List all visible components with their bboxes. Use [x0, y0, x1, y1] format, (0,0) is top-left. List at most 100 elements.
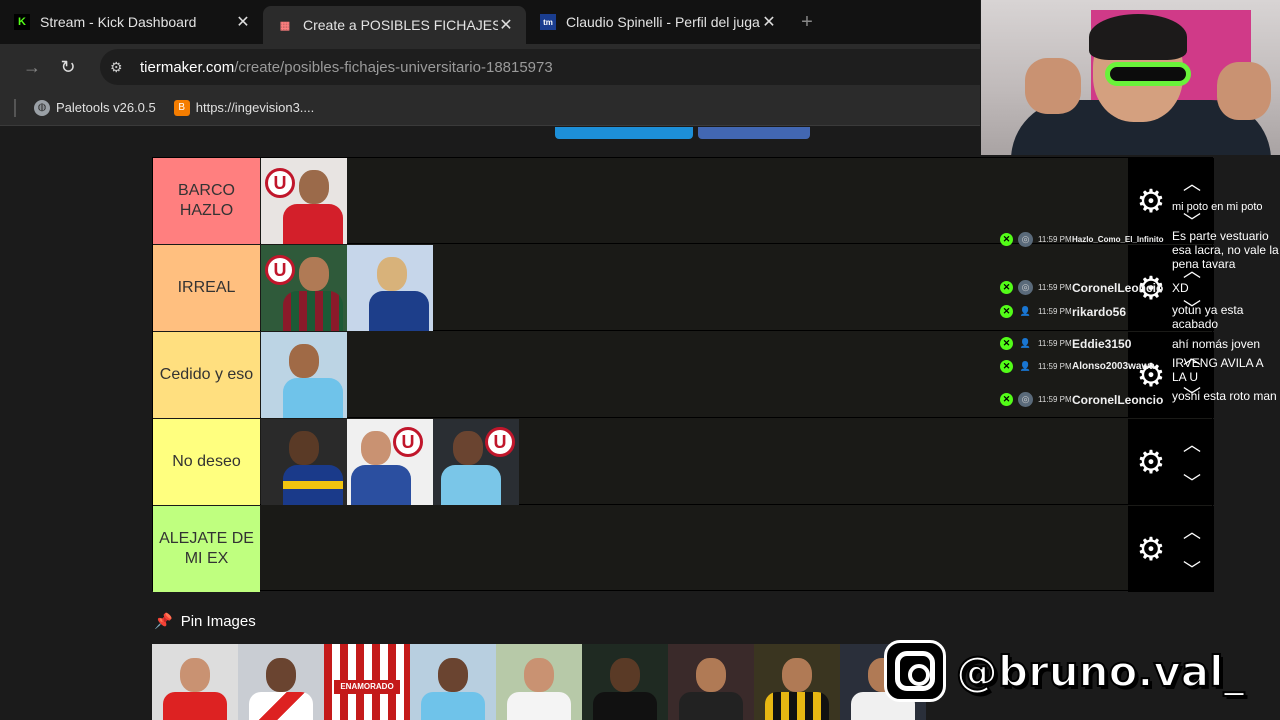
chat-text: mi poto en mi poto — [1172, 201, 1263, 213]
tab-transfermarkt[interactable]: tm Claudio Spinelli - Perfil del juga ✕ — [526, 0, 789, 44]
forward-icon[interactable]: → — [14, 49, 50, 85]
reload-icon[interactable]: ↻ — [50, 49, 86, 85]
player-image[interactable]: U — [433, 419, 519, 505]
pool-image[interactable] — [238, 644, 324, 720]
chat-text: IRVENG AVILA A LA U — [1172, 356, 1263, 384]
chat-username: Hazlo_Como_El_Infinito — [1072, 235, 1164, 244]
player-jersey — [441, 465, 501, 505]
player-image[interactable]: U — [261, 245, 347, 331]
pool-image[interactable] — [754, 644, 840, 720]
streamer-hair — [1089, 14, 1187, 60]
gear-icon[interactable]: ⚙ — [1134, 532, 1168, 566]
stream-chat-overlay: mi poto en mi poto ✕ ◎ 11:59 PM Hazlo_Co… — [998, 196, 1280, 420]
moderator-badge-icon: ✕ — [1000, 281, 1013, 294]
player-jersey — [163, 692, 227, 720]
chat-username: Alonso2003wawa — [1072, 361, 1155, 372]
address-bar[interactable]: ⚙ tiermaker.com/create/posibles-fichajes… — [100, 49, 980, 85]
move-up-icon[interactable]: ︿ — [1180, 170, 1204, 194]
close-tab-icon[interactable]: ✕ — [498, 15, 514, 35]
player-image[interactable]: U — [347, 419, 433, 505]
player-head — [610, 658, 640, 692]
chat-time: 11:59 PM — [1038, 307, 1072, 316]
chat-username: Eddie3150 — [1072, 337, 1132, 351]
tab-title: Stream - Kick Dashboard — [40, 14, 197, 30]
chat-username: CoronelLeoncio — [1072, 393, 1164, 407]
user-icon: 👤 — [1019, 306, 1032, 316]
player-head — [180, 658, 210, 692]
move-down-icon[interactable]: ﹀ — [1180, 469, 1204, 493]
move-down-icon[interactable]: ﹀ — [1180, 556, 1204, 580]
bookmarks-separator — [14, 98, 16, 117]
player-jersey — [283, 378, 343, 418]
streamer-fist — [1217, 62, 1271, 120]
pool-image[interactable] — [582, 644, 668, 720]
chat-time: 11:59 PM — [1038, 283, 1072, 292]
facebook-button[interactable] — [698, 127, 810, 139]
moderator-badge-icon: ✕ — [1000, 360, 1013, 373]
universitario-crest-icon: U — [265, 168, 295, 198]
universitario-crest-icon: U — [265, 255, 295, 285]
instagram-watermark: @bruno.val_ — [884, 640, 1246, 702]
webcam-overlay — [981, 0, 1280, 155]
tier-label[interactable]: IRREAL — [153, 245, 260, 331]
pool-image[interactable] — [668, 644, 754, 720]
transfermarkt-favicon-icon: tm — [540, 14, 556, 30]
moderator-badge-icon: ✕ — [1000, 305, 1013, 318]
tier-label[interactable]: Cedido y eso — [153, 332, 260, 418]
universitario-crest-icon: U — [485, 427, 515, 457]
pool-image[interactable] — [496, 644, 582, 720]
close-tab-icon[interactable]: ✕ — [235, 12, 251, 32]
tab-title: Create a POSIBLES FICHAJES UNI — [303, 17, 498, 33]
new-tab-icon[interactable]: + — [789, 0, 825, 44]
bookmark-paletools[interactable]: ◍ Paletools v26.0.5 — [34, 99, 156, 116]
streamer-fist — [1025, 58, 1081, 114]
instagram-handle: @bruno.val_ — [955, 646, 1246, 697]
gear-icon[interactable]: ⚙ — [1134, 445, 1168, 479]
tab-strip: K Stream - Kick Dashboard ✕ ▦ Create a P… — [0, 0, 980, 44]
url-path: /create/posibles-fichajes-universitario-… — [234, 58, 553, 76]
bookmark-ingevision[interactable]: B https://ingevision3.... — [173, 99, 314, 116]
tier-controls: ⚙ ︿ ﹀ — [1128, 506, 1214, 592]
chat-time: 11:59 PM — [1038, 235, 1072, 244]
tab-tiermaker[interactable]: ▦ Create a POSIBLES FICHAJES UNI ✕ — [263, 6, 526, 44]
move-up-icon[interactable]: ︿ — [1180, 431, 1204, 455]
player-jersey — [369, 291, 429, 331]
url-host: tiermaker.com — [140, 58, 235, 76]
player-image[interactable]: U — [261, 158, 347, 244]
chat-time: 11:59 PM — [1038, 339, 1072, 348]
image-pool: ENAMORADO — [152, 644, 926, 720]
chat-text: XD — [1172, 281, 1189, 295]
kick-favicon-icon: K — [14, 14, 30, 30]
avatar: ◎ — [1018, 232, 1033, 247]
browser-toolbar: → ↻ ⚙ tiermaker.com/create/posibles-fich… — [0, 44, 980, 90]
player-image[interactable] — [261, 419, 347, 505]
share-button[interactable] — [555, 127, 693, 139]
tab-kick-dashboard[interactable]: K Stream - Kick Dashboard ✕ — [0, 0, 263, 44]
player-jersey — [593, 692, 657, 720]
move-up-icon[interactable]: ︿ — [1180, 518, 1204, 542]
player-image[interactable] — [261, 332, 347, 418]
green-sunglasses — [1105, 62, 1191, 86]
player-jersey — [351, 465, 411, 505]
pool-image[interactable] — [152, 644, 238, 720]
player-jersey — [679, 692, 743, 720]
player-image[interactable] — [347, 245, 433, 331]
player-jersey — [507, 692, 571, 720]
pool-image[interactable] — [410, 644, 496, 720]
blogger-icon: B — [173, 99, 190, 116]
tier-label[interactable]: No deseo — [153, 419, 260, 505]
pin-images-header[interactable]: 📌 Pin Images — [154, 612, 256, 631]
site-settings-icon[interactable]: ⚙ — [110, 59, 130, 76]
player-head — [438, 658, 468, 692]
tier-items — [261, 332, 347, 418]
tier-label[interactable]: ALEJATE DE MI EX — [153, 506, 260, 592]
pool-image[interactable]: ENAMORADO — [324, 644, 410, 720]
tier-items: U — [261, 158, 347, 244]
tab-title: Claudio Spinelli - Perfil del juga — [566, 14, 760, 30]
tier-label[interactable]: BARCO HAZLO — [153, 158, 260, 244]
chat-text: yoshi esta roto man — [1172, 389, 1277, 403]
user-icon: 👤 — [1019, 361, 1032, 371]
player-head — [266, 658, 296, 692]
close-tab-icon[interactable]: ✕ — [761, 12, 777, 32]
avatar: ◎ — [1018, 280, 1033, 295]
